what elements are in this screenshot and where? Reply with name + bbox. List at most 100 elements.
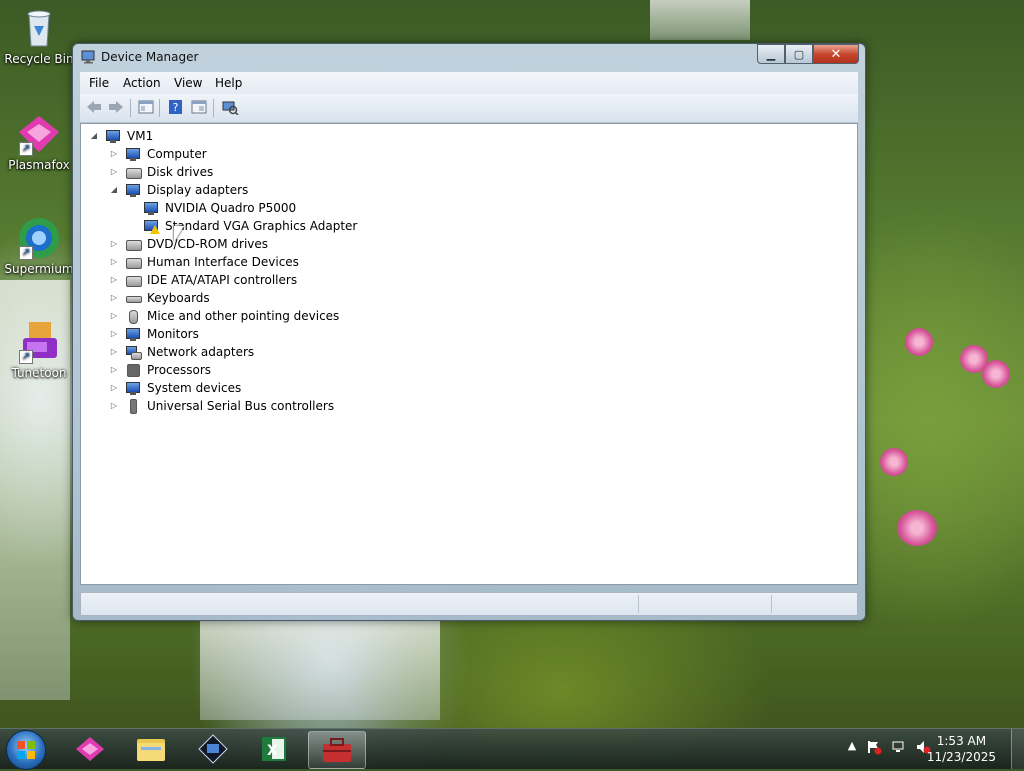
view-icon[interactable] bbox=[190, 99, 208, 115]
expand-arrow-icon[interactable]: ▷ bbox=[109, 239, 119, 249]
tree-node-label: DVD/CD-ROM drives bbox=[147, 237, 269, 251]
monitor-icon bbox=[125, 326, 141, 342]
forward-icon[interactable] bbox=[107, 99, 125, 115]
network-adapter-icon bbox=[125, 344, 142, 360]
collapse-arrow-icon[interactable]: ◢ bbox=[109, 185, 119, 195]
desktop-icon-label: Recycle Bin bbox=[4, 52, 74, 66]
tree-node-label: Human Interface Devices bbox=[147, 255, 299, 269]
system-devices-icon bbox=[125, 380, 141, 396]
menu-action[interactable]: Action bbox=[123, 76, 161, 90]
toolbar-separator bbox=[130, 99, 131, 117]
disk-drive-icon bbox=[125, 164, 142, 180]
windows-logo-icon bbox=[17, 741, 35, 759]
tree-node-label: NVIDIA Quadro P5000 bbox=[165, 201, 297, 215]
shortcut-arrow-icon: ↗ bbox=[19, 142, 33, 156]
hid-icon bbox=[125, 254, 142, 270]
taskbar-excel[interactable]: X bbox=[246, 731, 302, 767]
minimize-button[interactable]: ▁ bbox=[757, 44, 785, 64]
tree-node-system-devices[interactable]: ▷ System devices bbox=[109, 379, 241, 397]
tree-node-disk-drives[interactable]: ▷ Disk drives bbox=[109, 163, 213, 181]
flower-decoration bbox=[982, 360, 1010, 388]
supermium-icon: ↗ bbox=[17, 216, 61, 260]
tree-node-label: Disk drives bbox=[147, 165, 214, 179]
clock[interactable]: 1:53 AM 11/23/2025 bbox=[927, 733, 996, 765]
tree-node-mice[interactable]: ▷ Mice and other pointing devices bbox=[109, 307, 339, 325]
toolbar-separator bbox=[159, 99, 160, 117]
title-bar[interactable]: Device Manager ▁ ▢ ✕ bbox=[73, 44, 865, 72]
window-title: Device Manager bbox=[101, 50, 199, 64]
device-manager-icon bbox=[81, 50, 97, 64]
clock-time: 1:53 AM bbox=[936, 734, 987, 748]
tree-node-keyboards[interactable]: ▷ Keyboards bbox=[109, 289, 210, 307]
tree-node-nvidia-quadro[interactable]: NVIDIA Quadro P5000 bbox=[143, 199, 296, 217]
expand-arrow-icon[interactable]: ▷ bbox=[109, 293, 119, 303]
device-tree: ◢ VM1 ▷ Computer ▷ Disk drives ◢ Display… bbox=[80, 123, 858, 585]
plasmafox-icon: ↗ bbox=[17, 112, 61, 156]
taskbar-device-manager[interactable] bbox=[308, 731, 366, 769]
tree-node-label: Mice and other pointing devices bbox=[147, 309, 340, 323]
tree-node-dvd-cdrom[interactable]: ▷ DVD/CD-ROM drives bbox=[109, 235, 268, 253]
menu-help[interactable]: Help bbox=[215, 76, 242, 90]
show-desktop-button[interactable] bbox=[1011, 729, 1024, 769]
processor-icon bbox=[125, 362, 141, 378]
ide-controller-icon bbox=[125, 272, 142, 288]
flower-decoration bbox=[897, 510, 937, 546]
desktop-icon-recycle-bin[interactable]: Recycle Bin bbox=[0, 6, 78, 66]
properties-icon[interactable] bbox=[137, 99, 155, 115]
computer-icon bbox=[105, 128, 121, 144]
menu-file[interactable]: File bbox=[89, 76, 109, 90]
excel-icon: X bbox=[262, 737, 286, 761]
desktop-icon-supermium[interactable]: ↗ Supermium bbox=[0, 216, 78, 276]
tree-node-label: Universal Serial Bus controllers bbox=[147, 399, 335, 413]
expand-arrow-icon[interactable]: ▷ bbox=[109, 383, 119, 393]
expand-arrow-icon[interactable]: ▷ bbox=[109, 311, 119, 321]
tree-node-label: Display adapters bbox=[147, 183, 249, 197]
display-adapter-icon bbox=[143, 200, 159, 216]
network-icon[interactable] bbox=[891, 739, 907, 757]
tree-node-display-adapters[interactable]: ◢ Display adapters bbox=[109, 181, 248, 199]
expand-arrow-icon[interactable]: ▷ bbox=[109, 167, 119, 177]
svg-text:X: X bbox=[267, 743, 278, 759]
expand-arrow-icon[interactable]: ▷ bbox=[109, 365, 119, 375]
mouse-cursor-icon bbox=[174, 226, 184, 242]
maximize-button[interactable]: ▢ bbox=[785, 44, 813, 64]
desktop-icon-tunetoon[interactable]: ↗ Tunetoon bbox=[0, 320, 78, 380]
tree-node-label: VM1 bbox=[127, 129, 154, 143]
display-adapter-warning-icon bbox=[143, 218, 160, 234]
show-hidden-icons-icon[interactable]: ▲ bbox=[844, 739, 860, 757]
tree-node-processors[interactable]: ▷ Processors bbox=[109, 361, 211, 379]
close-button[interactable]: ✕ bbox=[813, 44, 859, 64]
action-center-icon[interactable] bbox=[866, 739, 882, 757]
toolbar: ? bbox=[80, 94, 858, 123]
expand-arrow-icon[interactable]: ▷ bbox=[109, 347, 119, 357]
taskbar: X ▲ 1:53 AM 11/23/2025 bbox=[0, 728, 1024, 770]
tree-node-ide-ata[interactable]: ▷ IDE ATA/ATAPI controllers bbox=[109, 271, 297, 289]
tree-node-root[interactable]: ◢ VM1 bbox=[89, 127, 153, 145]
menu-view[interactable]: View bbox=[174, 76, 202, 90]
help-icon[interactable]: ? bbox=[167, 99, 185, 115]
computer-icon bbox=[125, 146, 141, 162]
back-icon[interactable] bbox=[85, 99, 103, 115]
shortcut-arrow-icon: ↗ bbox=[19, 350, 33, 364]
scan-hardware-icon[interactable] bbox=[221, 99, 239, 116]
tree-node-monitors[interactable]: ▷ Monitors bbox=[109, 325, 199, 343]
tree-node-label: Processors bbox=[147, 363, 212, 377]
taskbar-plasmafox[interactable] bbox=[62, 731, 118, 767]
tree-node-computer[interactable]: ▷ Computer bbox=[109, 145, 207, 163]
desktop-icon-plasmafox[interactable]: ↗ Plasmafox bbox=[0, 112, 78, 172]
desktop-icon-label: Supermium bbox=[4, 262, 74, 276]
tree-node-hid[interactable]: ▷ Human Interface Devices bbox=[109, 253, 299, 271]
tree-node-label: Network adapters bbox=[147, 345, 255, 359]
start-button[interactable] bbox=[6, 730, 46, 770]
tree-node-network-adapters[interactable]: ▷ Network adapters bbox=[109, 343, 254, 361]
collapse-arrow-icon[interactable]: ◢ bbox=[89, 131, 99, 141]
taskbar-supermium[interactable] bbox=[185, 731, 241, 767]
expand-arrow-icon[interactable]: ▷ bbox=[109, 257, 119, 267]
tree-node-usb-controllers[interactable]: ▷ Universal Serial Bus controllers bbox=[109, 397, 334, 415]
expand-arrow-icon[interactable]: ▷ bbox=[109, 401, 119, 411]
expand-arrow-icon[interactable]: ▷ bbox=[109, 275, 119, 285]
taskbar-file-explorer[interactable] bbox=[123, 731, 179, 767]
expand-arrow-icon[interactable]: ▷ bbox=[109, 149, 119, 159]
expand-arrow-icon[interactable]: ▷ bbox=[109, 329, 119, 339]
dvd-drive-icon bbox=[125, 236, 142, 252]
